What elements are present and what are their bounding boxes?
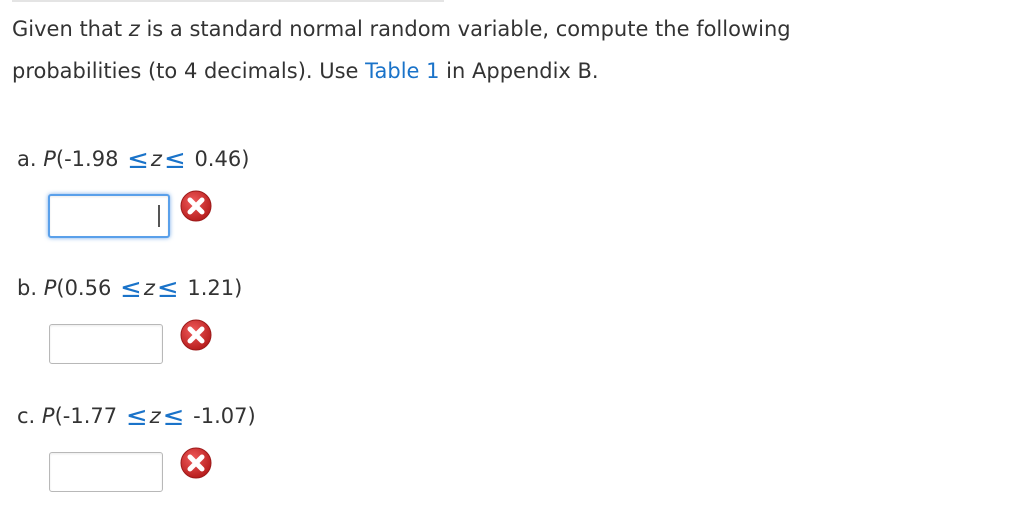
question-intro: Given that z is a standard normal random… — [12, 8, 1002, 92]
part-c-answer-row — [17, 447, 417, 502]
leq-symbol: ≤ — [163, 145, 186, 175]
part-b: b. P(0.56 ≤z≤ 1.21) — [17, 274, 417, 374]
part-c-answer-input[interactable] — [49, 452, 163, 492]
part-a-answer-input[interactable] — [48, 194, 170, 238]
part-a: a. P(-1.98 ≤z≤ 0.46) — [17, 145, 417, 245]
upper-bound: -1.07) — [193, 404, 256, 428]
part-a-question: a. P(-1.98 ≤z≤ 0.46) — [17, 145, 417, 174]
leq-symbol: ≤ — [120, 274, 142, 304]
part-b-answer-input[interactable] — [49, 324, 163, 364]
part-letter: c. — [17, 404, 36, 428]
part-letter: b. — [17, 276, 38, 300]
upper-bound: 1.21) — [187, 276, 243, 300]
text-caret — [158, 205, 160, 227]
part-c: c. P(-1.77 ≤z≤ -1.07) — [17, 402, 417, 502]
intro-text: Given that — [12, 17, 129, 41]
probability-symbol: P — [43, 276, 57, 300]
lower-bound: (-1.77 — [54, 404, 118, 428]
leq-symbol: ≤ — [162, 402, 185, 432]
intro-text: probabilities (to 4 decimals). Use — [12, 59, 366, 83]
leq-symbol: ≤ — [156, 274, 179, 304]
intro-text: in Appendix B. — [439, 59, 599, 83]
intro-text: is a standard normal random variable, co… — [139, 17, 791, 41]
part-b-question: b. P(0.56 ≤z≤ 1.21) — [17, 274, 417, 303]
part-b-answer-row — [17, 319, 417, 374]
z-variable: z — [150, 147, 162, 171]
table-1-link[interactable]: Table 1 — [365, 59, 439, 83]
leq-symbol: ≤ — [125, 402, 148, 432]
part-letter: a. — [17, 147, 37, 171]
wrong-answer-icon — [180, 319, 212, 351]
probability-symbol: P — [41, 404, 55, 428]
top-divider — [12, 0, 444, 2]
upper-bound: 0.46) — [194, 147, 250, 171]
wrong-answer-icon — [180, 447, 212, 479]
lower-bound: (0.56 — [56, 276, 112, 300]
lower-bound: (-1.98 — [55, 147, 119, 171]
wrong-answer-icon — [180, 190, 212, 222]
z-variable: z — [149, 404, 161, 428]
part-a-answer-row — [17, 190, 417, 245]
z-variable: z — [143, 276, 155, 300]
intro-variable: z — [128, 17, 140, 41]
part-c-question: c. P(-1.77 ≤z≤ -1.07) — [17, 402, 417, 431]
leq-symbol: ≤ — [127, 145, 149, 175]
probability-symbol: P — [43, 147, 56, 171]
